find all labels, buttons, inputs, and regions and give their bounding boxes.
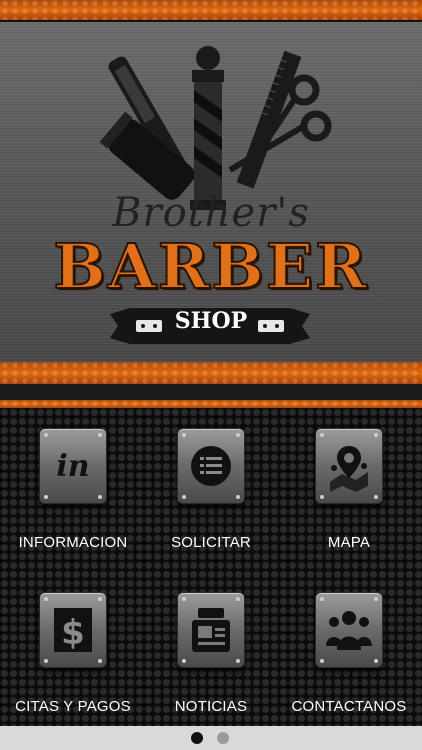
svg-text:$: $ (61, 613, 85, 653)
menu-label: CITAS Y PAGOS (15, 698, 131, 715)
logo-sub-text: SHOP (174, 308, 248, 334)
list-icon (177, 428, 245, 504)
menu-tile-contactanos[interactable]: CONTACTANOS (282, 580, 416, 730)
menu-tile-citas-y-pagos[interactable]: $ CITAS Y PAGOS (6, 580, 140, 730)
map-pin-icon (315, 428, 383, 504)
top-orange-band (0, 0, 422, 22)
menu-tile-informacion[interactable]: in INFORMACION (6, 416, 140, 566)
lower-orange-band (0, 400, 422, 408)
info-in-icon: in (39, 428, 107, 504)
menu-tile-mapa[interactable]: MAPA (282, 416, 416, 566)
header-logo-area: Brother's BARBER SHOP (0, 22, 422, 362)
menu-tile-solicitar[interactable]: SOLICITAR (144, 416, 278, 566)
dark-divider-strip (0, 384, 422, 400)
page-dot-active[interactable] (191, 732, 203, 744)
menu-tile-noticias[interactable]: NOTICIAS (144, 580, 278, 730)
svg-text:in: in (56, 449, 89, 484)
page-indicator-bar (0, 726, 422, 750)
menu-label: SOLICITAR (171, 534, 251, 551)
dollar-icon: $ (39, 592, 107, 668)
news-icon (177, 592, 245, 668)
menu-label: INFORMACION (18, 534, 128, 551)
menu-label: CONTACTANOS (291, 698, 407, 715)
app-screen: Brother's BARBER SHOP in INFORMACION SOL… (0, 0, 422, 750)
middle-orange-band (0, 362, 422, 384)
people-icon (315, 592, 383, 668)
page-dot-inactive[interactable] (217, 732, 229, 744)
logo-main-text: BARBER (52, 229, 369, 304)
menu-label: NOTICIAS (174, 698, 248, 715)
menu-label: MAPA (327, 534, 371, 551)
menu-grid: in INFORMACION SOLICITAR MAPA $ CITAS Y … (0, 408, 422, 726)
